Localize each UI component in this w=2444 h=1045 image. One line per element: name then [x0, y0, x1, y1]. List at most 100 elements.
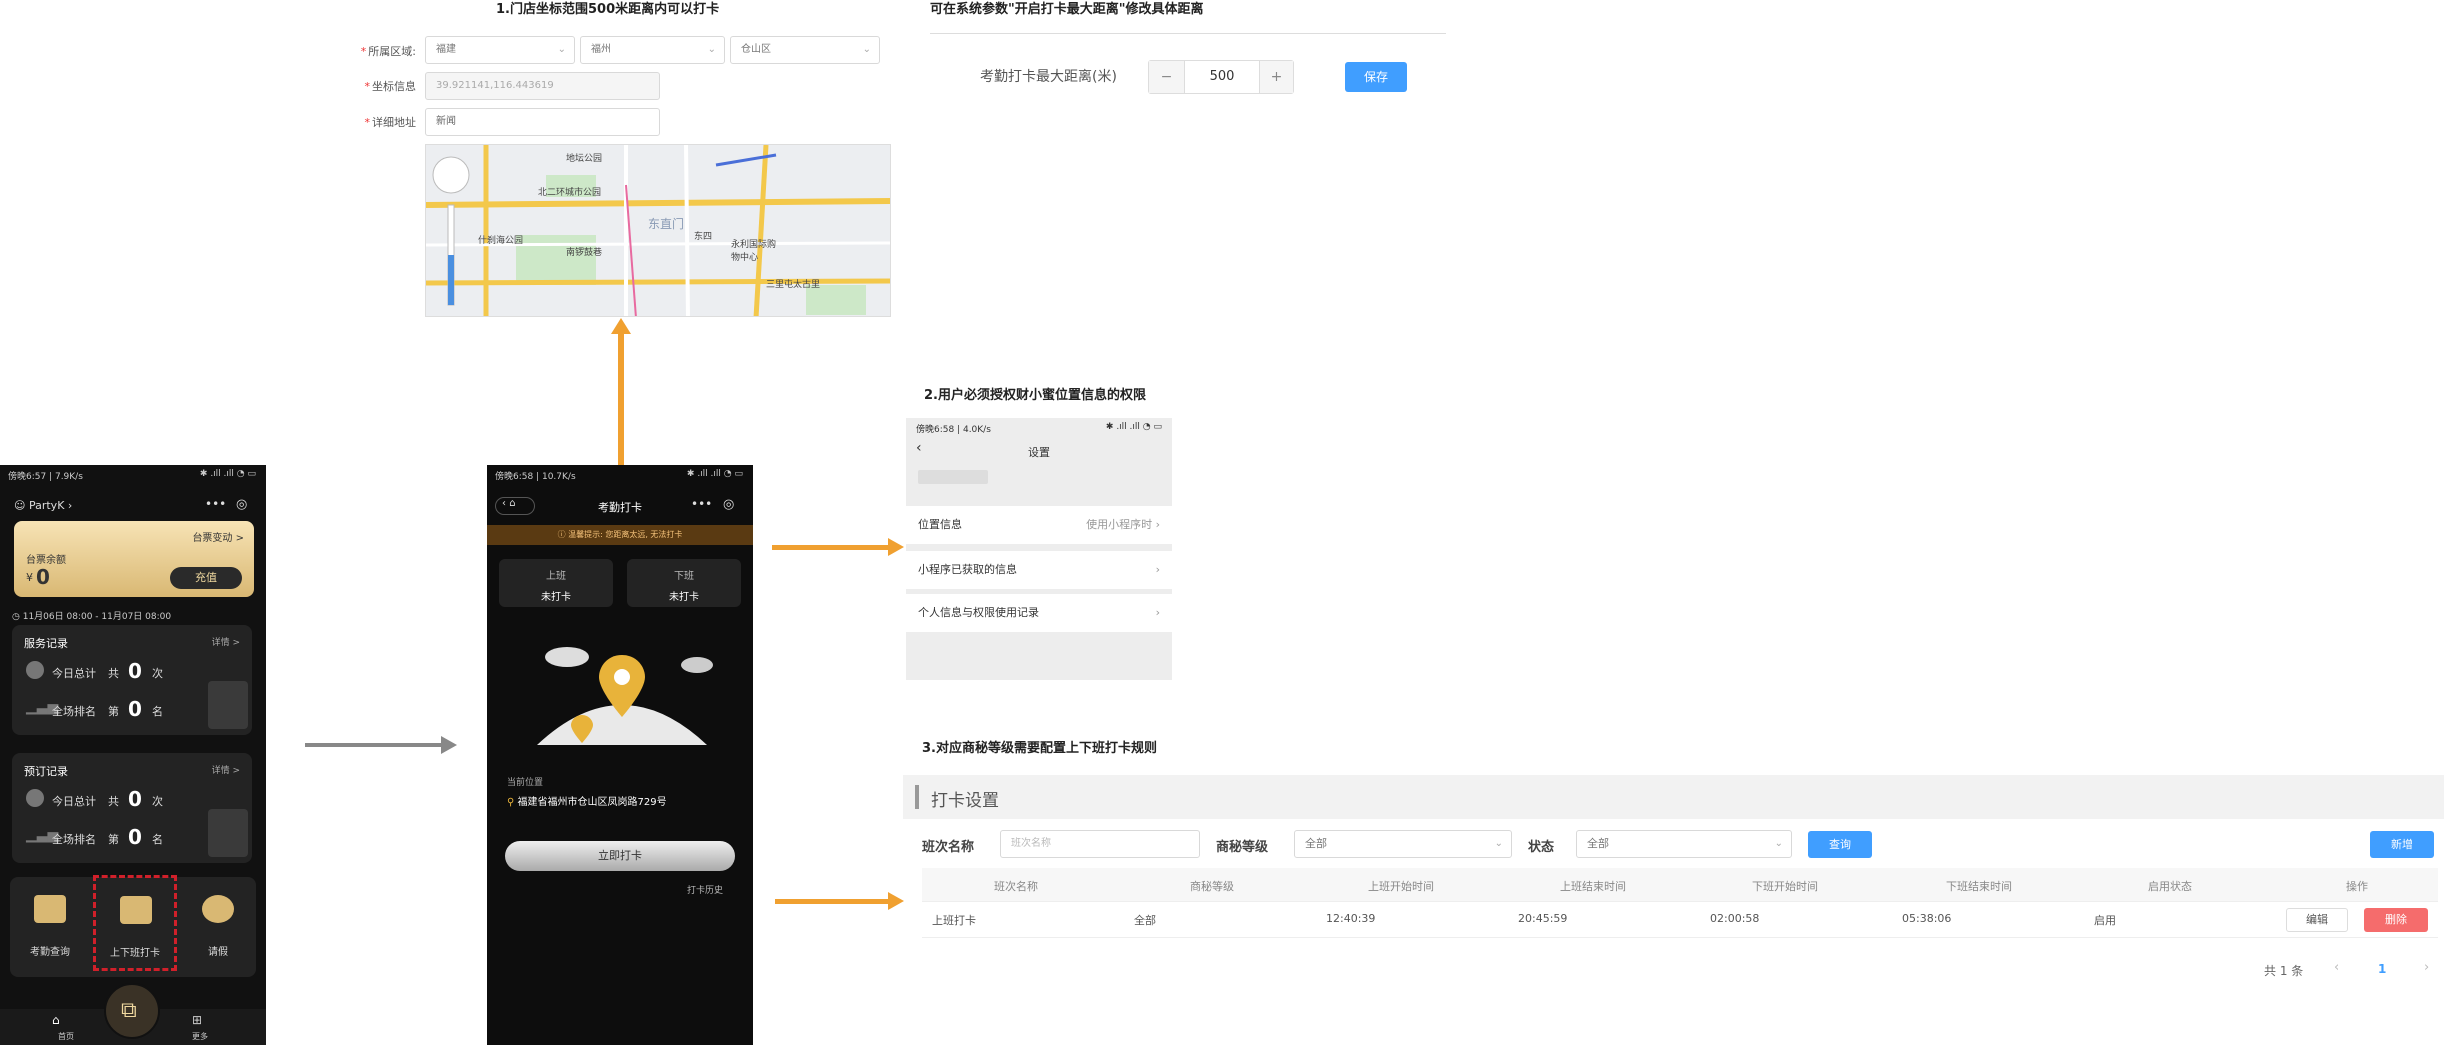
map-view[interactable]: 地坛公园 北二环城市公园 什刹海公园 南锣鼓巷 东直门 东四 永利国际购物中心 … [425, 144, 891, 317]
punch-history-link[interactable]: 打卡历史 [687, 883, 723, 896]
distance-label: 考勤打卡最大距离(米) [980, 69, 1117, 85]
blurred-app-name [918, 470, 988, 484]
balance-change-link[interactable]: 台票变动 > [192, 529, 244, 544]
plus-button[interactable]: + [1259, 61, 1293, 93]
scan-button[interactable]: ⧉ [104, 983, 160, 1039]
target-icon[interactable]: ◎ [236, 497, 247, 512]
settings-panel: 傍晚6:58 | 4.0K/s ✱ .ıll .ıll ◔ ▭ ‹ 设置 位置信息… [906, 418, 1172, 680]
filter-name-input[interactable]: 班次名称 [1000, 830, 1200, 858]
cell-on-end: 20:45:59 [1518, 912, 1568, 925]
balance-card: 台票变动 > 台票余额 ¥ 0 充值 [14, 521, 254, 597]
rank-label: 全场排名 [52, 833, 96, 846]
query-button[interactable]: 查询 [1808, 831, 1872, 858]
scan-icon: ⧉ [121, 998, 137, 1023]
province-select[interactable]: 福建 ⌄ [425, 36, 575, 64]
coord-input: 39.921141,116.443619 [425, 72, 660, 100]
map-label: 三里屯太古里 [766, 280, 821, 290]
tab-more[interactable]: 更多 [192, 1031, 208, 1042]
district-select[interactable]: 仓山区 ⌄ [730, 36, 880, 64]
note-level-rules: 3.对应商秘等级需要配置上下班打卡规则 [922, 741, 1157, 756]
next-page-icon[interactable]: › [2424, 960, 2429, 975]
search-doc-icon [34, 895, 66, 923]
today-total-label: 今日总计 [52, 795, 96, 808]
more-icon[interactable]: ••• [691, 497, 712, 511]
rank-unit: 名 [152, 833, 163, 846]
location-value: ⚲ 福建省福州市仓山区凤岗路729号 [507, 797, 667, 808]
clock-out-label: 下班 [674, 571, 694, 582]
distance-value[interactable]: 500 [1185, 61, 1259, 93]
column-header: 商秘等级 [1190, 880, 1234, 893]
page-title: 考勤打卡 [598, 501, 642, 514]
map-label: 永利国际购物中心 [731, 240, 777, 263]
menu-leave[interactable]: 请假 [180, 877, 256, 977]
filter-name-label: 班次名称 [922, 840, 975, 855]
tab-home[interactable]: 首页 [58, 1031, 74, 1042]
map-label: 什刹海公园 [478, 236, 524, 246]
minus-button[interactable]: − [1149, 61, 1185, 93]
total-prefix: 共 [108, 667, 119, 680]
map-label: 南锣鼓巷 [566, 248, 603, 258]
total-prefix: 共 [108, 795, 119, 808]
service-record-card[interactable]: 服务记录 详情 > 今日总计 共 0 次 ▁▃▅ 全场排名 第 0 名 [12, 625, 252, 735]
cell-status: 启用 [2094, 914, 2116, 927]
grid-icon[interactable]: ⊞ [192, 1013, 202, 1027]
delete-button[interactable]: 删除 [2364, 908, 2428, 932]
filter-level-select[interactable]: 全部 ⌄ [1294, 830, 1512, 858]
total-value: 0 [128, 659, 142, 683]
add-button[interactable]: 新增 [2370, 831, 2434, 858]
cell-level: 全部 [1134, 914, 1156, 927]
target-icon[interactable]: ◎ [723, 497, 734, 512]
column-header: 班次名称 [994, 880, 1038, 893]
city-select[interactable]: 福州 ⌄ [580, 36, 725, 64]
clock-out-card: 下班 未打卡 [627, 559, 741, 607]
arrow-right-1-head [888, 538, 904, 556]
clock-in-card: 上班 未打卡 [499, 559, 613, 607]
filter-status-select[interactable]: 全部 ⌄ [1576, 830, 1792, 858]
detail-link[interactable]: 详情 > [212, 763, 240, 776]
location-permission-row[interactable]: 位置信息 使用小程序时 › [906, 506, 1172, 544]
menu-punch-highlighted[interactable]: 上下班打卡 [93, 875, 177, 971]
chevron-down-icon: ⌄ [1494, 838, 1503, 849]
chevron-down-icon: ⌄ [707, 44, 716, 55]
map-label: 北二环城市公园 [538, 188, 602, 198]
clipboard-icon [208, 809, 248, 857]
admin-title: 打卡设置 [931, 791, 999, 811]
obtained-info-row[interactable]: 小程序已获取的信息 › [906, 551, 1172, 589]
arrow-grey [305, 743, 445, 747]
total-value: 0 [128, 787, 142, 811]
chevron-down-icon: ⌄ [862, 44, 871, 55]
column-header: 下班开始时间 [1752, 880, 1818, 893]
distance-stepper[interactable]: − 500 + [1148, 60, 1294, 94]
arrow-grey-head [441, 736, 457, 754]
clock-in-status: 未打卡 [541, 592, 571, 603]
column-header: 下班结束时间 [1946, 880, 2012, 893]
title-bar-accent [915, 785, 919, 809]
arrow-right-2-head [888, 892, 904, 910]
app-name[interactable]: ☺ PartyK › [14, 499, 72, 512]
column-header: 上班开始时间 [1368, 880, 1434, 893]
prev-page-icon[interactable]: ‹ [2334, 960, 2339, 975]
menu-label: 上下班打卡 [110, 948, 160, 959]
note-store-range: 1.门店坐标范围500米距离内可以打卡 [496, 2, 720, 17]
page-number[interactable]: 1 [2378, 962, 2386, 976]
admin-header: 打卡设置 [903, 775, 2444, 819]
detail-link[interactable]: 详情 > [212, 635, 240, 648]
service-title: 服务记录 [24, 637, 68, 650]
permission-record-row[interactable]: 个人信息与权限使用记录 › [906, 594, 1172, 632]
cell-off-start: 02:00:58 [1710, 912, 1760, 925]
menu-attendance-query[interactable]: 考勤查询 [10, 877, 90, 977]
pin-icon: ⚲ [507, 797, 515, 808]
currency-symbol: ¥ [26, 571, 33, 584]
menu-label: 考勤查询 [30, 947, 70, 958]
more-icon[interactable]: ••• [205, 497, 226, 511]
address-input[interactable]: 新闻 [425, 108, 660, 136]
edit-button[interactable]: 编辑 [2286, 908, 2348, 932]
save-button[interactable]: 保存 [1345, 62, 1407, 92]
column-header: 上班结束时间 [1560, 880, 1626, 893]
home-icon[interactable]: ⌂ [52, 1013, 60, 1027]
punch-now-button[interactable]: 立即打卡 [505, 841, 735, 871]
rank-unit: 名 [152, 705, 163, 718]
recharge-button[interactable]: 充值 [170, 567, 242, 589]
reserve-record-card[interactable]: 预订记录 详情 > 今日总计 共 0 次 ▁▃▅ 全场排名 第 0 名 [12, 753, 252, 863]
cell-name: 上班打卡 [932, 914, 976, 927]
